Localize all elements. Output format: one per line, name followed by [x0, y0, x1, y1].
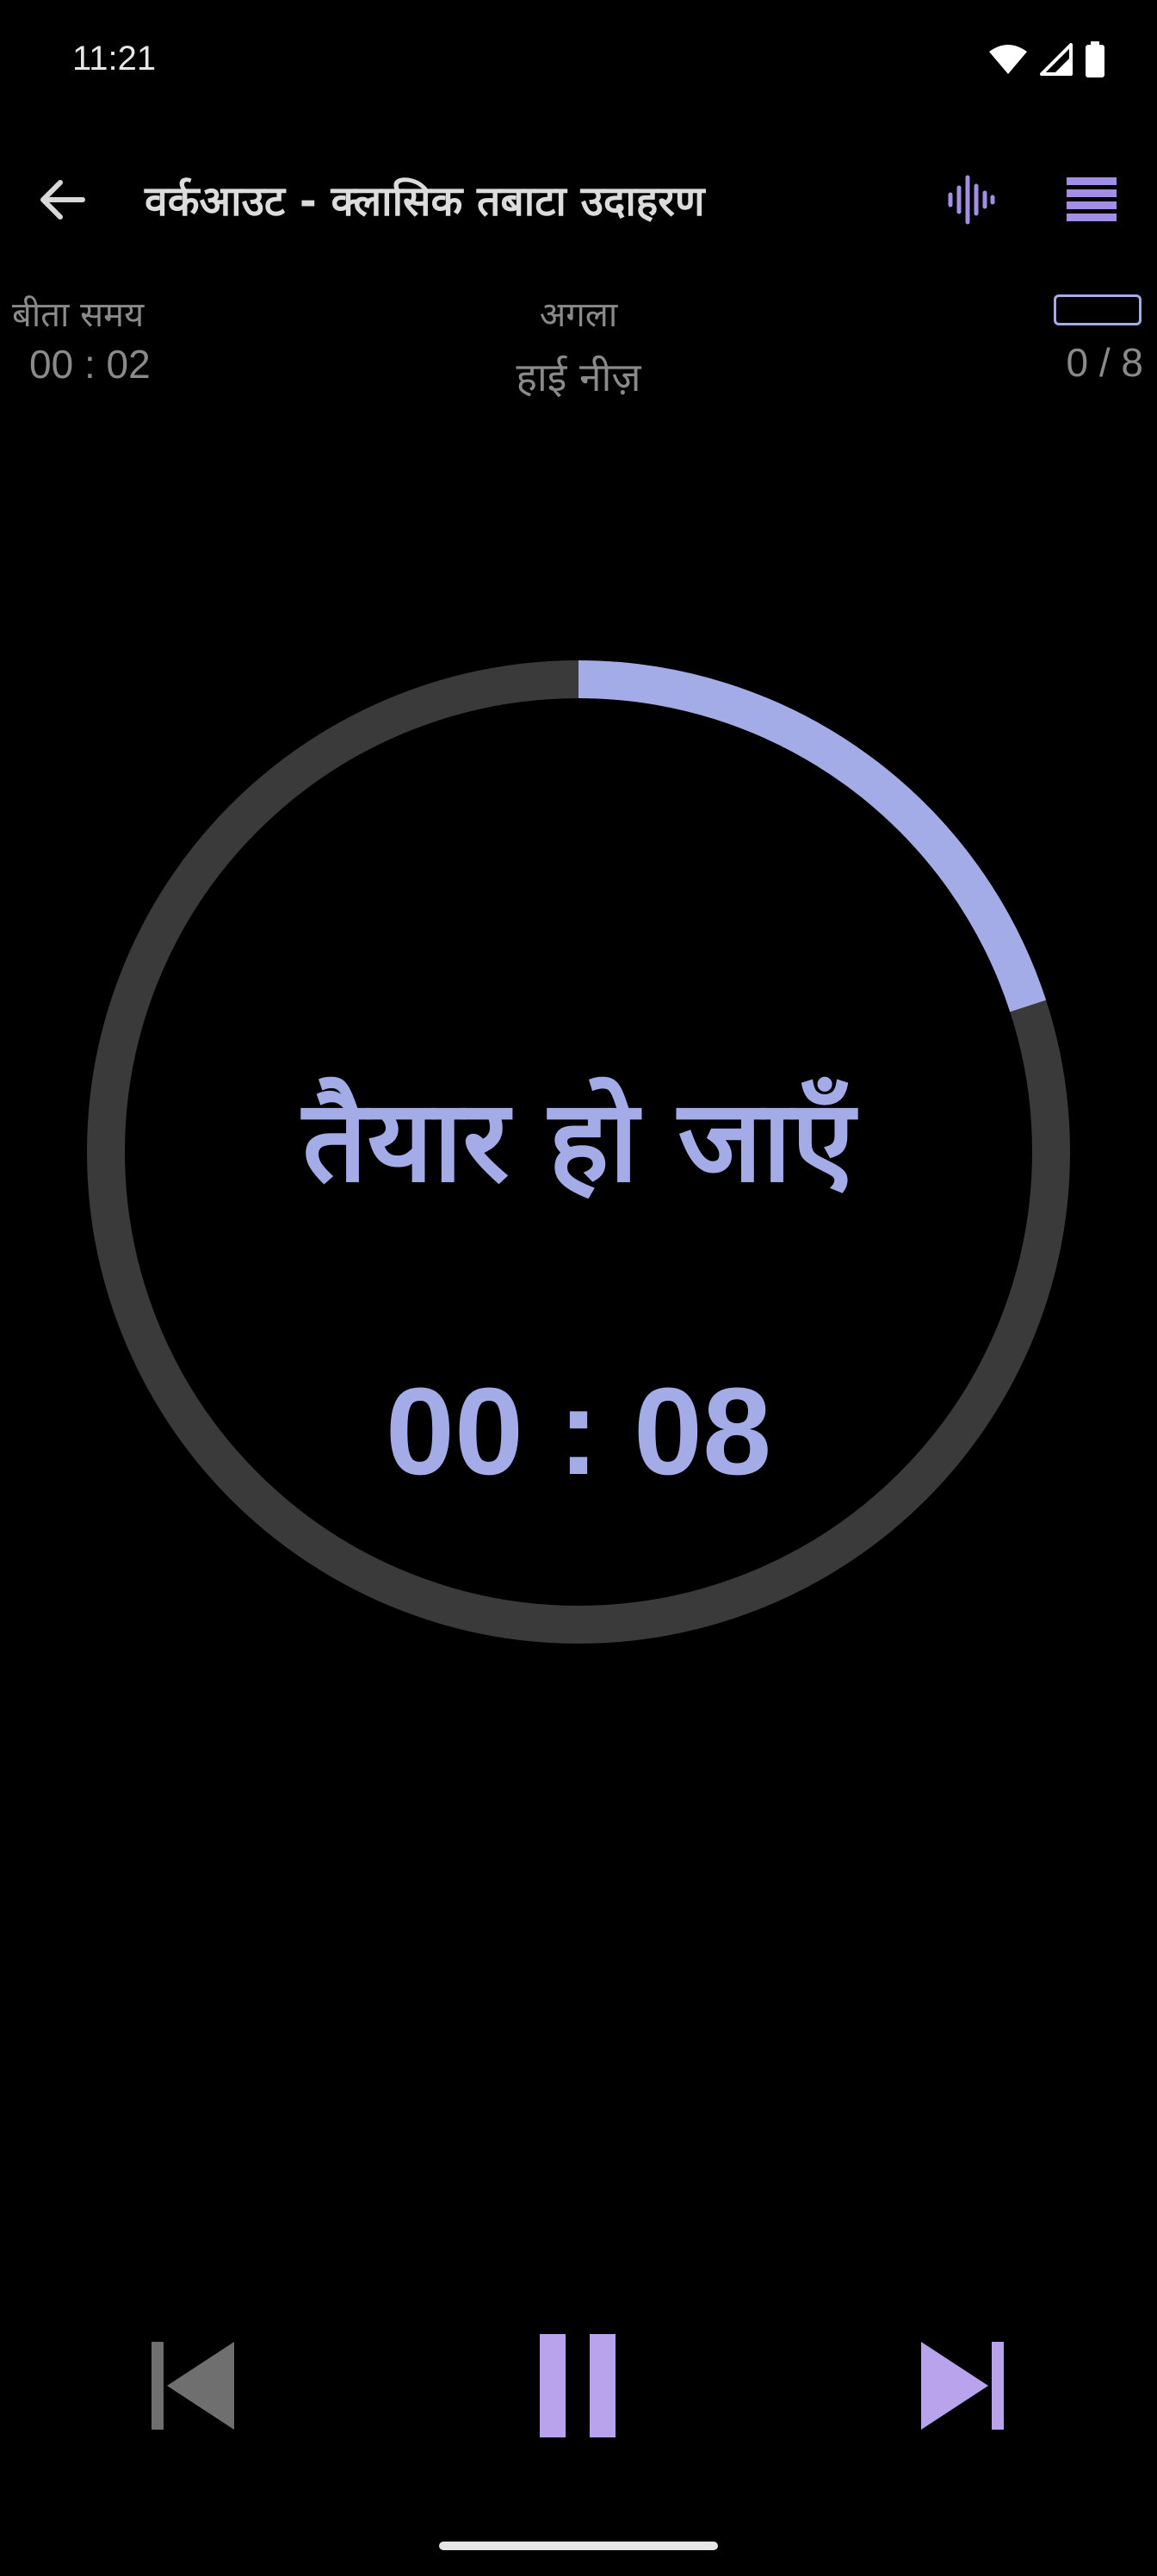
home-indicator[interactable] — [439, 2542, 718, 2550]
wifi-icon — [988, 43, 1028, 79]
pause-icon — [538, 2334, 617, 2441]
cellular-signal-icon — [1040, 43, 1073, 79]
rounds-counter: 0 / 8 — [1066, 340, 1143, 385]
sound-toggle-button[interactable] — [938, 169, 1004, 234]
sound-wave-icon — [945, 174, 997, 229]
page-title: वर्कआउट - क्लासिक तबाटा उदाहरण — [145, 177, 705, 226]
countdown-timer: 00 : 08 — [385, 1362, 772, 1501]
menu-button[interactable] — [1059, 169, 1124, 234]
next-button[interactable] — [899, 2323, 1028, 2452]
back-button[interactable] — [29, 169, 95, 234]
status-time: 11:21 — [72, 40, 157, 77]
back-arrow-icon — [36, 174, 88, 229]
next-exercise-value: हाई नीज़ — [516, 354, 641, 400]
previous-button[interactable] — [127, 2323, 257, 2452]
pause-button[interactable] — [513, 2323, 642, 2452]
phase-label: तैयार हो जाएँ — [302, 1075, 855, 1208]
skip-previous-icon — [145, 2338, 239, 2437]
status-icons — [988, 41, 1105, 81]
next-exercise-label: अगला — [539, 295, 618, 335]
skip-next-icon — [916, 2338, 1011, 2437]
battery-icon — [1085, 41, 1105, 81]
rounds-progress-bar — [1054, 294, 1142, 325]
menu-icon — [1067, 177, 1117, 226]
